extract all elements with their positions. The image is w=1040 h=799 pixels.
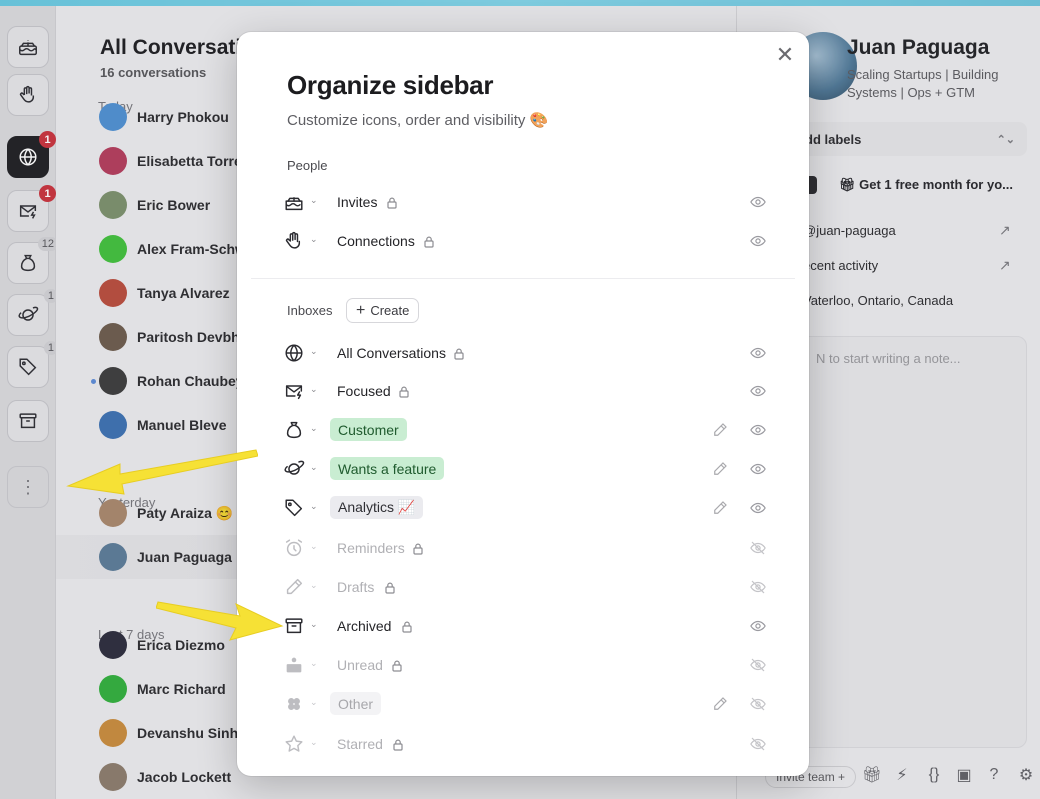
- eye-icon[interactable]: [749, 382, 767, 400]
- eye-off-icon[interactable]: [749, 695, 767, 713]
- chevron-down-icon[interactable]: ⌄: [310, 501, 318, 512]
- lock-icon: [399, 385, 409, 398]
- pencil-icon[interactable]: [711, 421, 729, 439]
- chevron-down-icon[interactable]: ⌄: [310, 580, 318, 591]
- pencil-icon[interactable]: [711, 499, 729, 517]
- cake-icon[interactable]: [283, 191, 305, 213]
- eye-icon[interactable]: [749, 421, 767, 439]
- chevron-down-icon[interactable]: ⌄: [310, 384, 318, 395]
- lock-icon: [392, 659, 402, 672]
- eye-icon[interactable]: [749, 193, 767, 211]
- lock-icon: [393, 738, 403, 751]
- sidebar-option-all-conversations[interactable]: ⌄ All Conversations: [283, 337, 773, 369]
- lock-icon: [454, 347, 464, 360]
- sidebar-option-archived[interactable]: ⌄ Archived: [283, 610, 773, 642]
- option-label: Focused: [337, 383, 391, 399]
- sidebar-option-reminders[interactable]: ⌄ Reminders: [283, 532, 773, 564]
- sidebar-option-starred[interactable]: ⌄ Starred: [283, 728, 773, 760]
- eye-icon[interactable]: [749, 617, 767, 635]
- inbox-tag: Wants a feature: [330, 457, 445, 480]
- chevron-down-icon[interactable]: ⌄: [310, 619, 318, 630]
- chevron-down-icon[interactable]: ⌄: [310, 346, 318, 357]
- option-label: Connections: [337, 233, 415, 249]
- chevron-down-icon[interactable]: ⌄: [310, 423, 318, 434]
- sidebar-option-customer[interactable]: ⌄ Customer: [283, 414, 773, 446]
- chevron-down-icon[interactable]: ⌄: [310, 737, 318, 748]
- eye-icon[interactable]: [749, 344, 767, 362]
- inboxes-heading: Inboxes: [287, 303, 333, 318]
- lock-icon: [385, 581, 395, 594]
- lock-icon: [387, 196, 397, 209]
- eye-icon[interactable]: [749, 460, 767, 478]
- pencil-icon[interactable]: [283, 576, 305, 598]
- mail-bolt-icon[interactable]: [283, 380, 305, 402]
- unread-icon[interactable]: [283, 654, 305, 676]
- option-label: Invites: [337, 194, 378, 210]
- eye-off-icon[interactable]: [749, 539, 767, 557]
- chevron-down-icon[interactable]: ⌄: [310, 658, 318, 669]
- inbox-tag: Analytics 📈: [330, 496, 424, 519]
- eye-off-icon[interactable]: [749, 656, 767, 674]
- option-label: All Conversations: [337, 345, 446, 361]
- lock-icon: [402, 620, 412, 633]
- option-label: Archived: [337, 618, 392, 634]
- eye-off-icon[interactable]: [749, 578, 767, 596]
- eye-icon[interactable]: [749, 232, 767, 250]
- alarm-icon[interactable]: [283, 537, 305, 559]
- sidebar-option-connections[interactable]: ⌄ Connections: [283, 225, 773, 257]
- sidebar-option-wants-a-feature[interactable]: ⌄ Wants a feature: [283, 453, 773, 485]
- lock-icon: [413, 542, 423, 555]
- clover-icon[interactable]: [283, 693, 305, 715]
- option-label: Unread: [337, 657, 383, 673]
- sidebar-option-invites[interactable]: ⌄ Invites: [283, 186, 773, 218]
- pencil-icon[interactable]: [711, 695, 729, 713]
- sidebar-option-drafts[interactable]: ⌄ Drafts: [283, 571, 773, 603]
- chevron-down-icon[interactable]: ⌄: [310, 541, 318, 552]
- modal-subtitle: Customize icons, order and visibility 🎨: [287, 112, 549, 129]
- organize-sidebar-modal: ✕ Organize sidebar Customize icons, orde…: [237, 32, 809, 776]
- people-heading: People: [287, 158, 328, 173]
- chevron-down-icon[interactable]: ⌄: [310, 697, 318, 708]
- inbox-tag: Customer: [330, 418, 407, 441]
- pencil-icon[interactable]: [711, 460, 729, 478]
- lock-icon: [424, 235, 434, 248]
- create-label: Create: [370, 303, 410, 318]
- eye-icon[interactable]: [749, 499, 767, 517]
- plus-icon: +: [356, 301, 366, 319]
- planet-icon[interactable]: [283, 458, 305, 480]
- chevron-down-icon[interactable]: ⌄: [310, 195, 318, 206]
- create-inbox-button[interactable]: + Create: [346, 298, 420, 323]
- money-bag-icon[interactable]: [283, 419, 305, 441]
- section-divider: [251, 278, 795, 279]
- sidebar-option-other[interactable]: ⌄ Other: [283, 688, 773, 720]
- chevron-down-icon[interactable]: ⌄: [310, 234, 318, 245]
- annotation-arrow-more: [66, 449, 258, 495]
- close-icon[interactable]: ✕: [773, 44, 797, 68]
- chevron-down-icon[interactable]: ⌄: [310, 462, 318, 473]
- sidebar-option-analytics[interactable]: ⌄ Analytics 📈: [283, 492, 773, 524]
- archive-icon[interactable]: [283, 615, 305, 637]
- globe-icon[interactable]: [283, 342, 305, 364]
- eye-off-icon[interactable]: [749, 735, 767, 753]
- star-icon[interactable]: [283, 733, 305, 755]
- hand-icon[interactable]: [283, 230, 305, 252]
- tag-icon[interactable]: [283, 497, 305, 519]
- inbox-tag: Other: [330, 692, 382, 715]
- annotation-arrow-archived: [156, 601, 284, 641]
- option-label: Reminders: [337, 540, 405, 556]
- sidebar-option-focused[interactable]: ⌄ Focused: [283, 375, 773, 407]
- sidebar-option-unread[interactable]: ⌄ Unread: [283, 649, 773, 681]
- option-label: Starred: [337, 736, 383, 752]
- modal-title: Organize sidebar: [287, 70, 494, 100]
- option-label: Drafts: [337, 579, 375, 595]
